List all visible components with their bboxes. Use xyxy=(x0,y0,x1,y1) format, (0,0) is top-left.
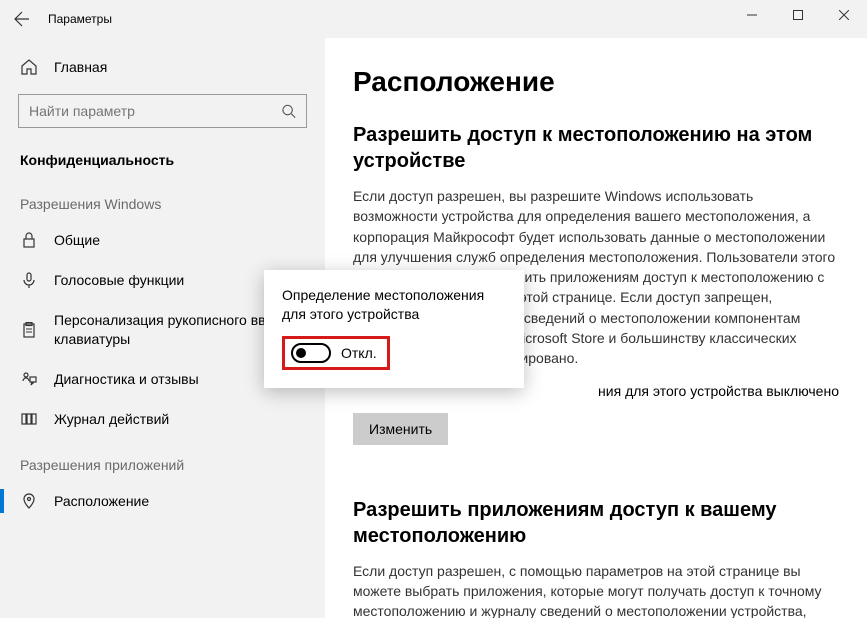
search-input[interactable] xyxy=(29,103,281,119)
sidebar-item-label: Журнал действий xyxy=(54,410,169,428)
window-controls xyxy=(729,0,867,30)
sidebar-item-label: Голосовые функции xyxy=(54,271,184,289)
maximize-button[interactable] xyxy=(775,0,821,30)
location-toggle[interactable] xyxy=(291,343,331,363)
arrow-left-icon xyxy=(14,11,30,27)
search-icon xyxy=(281,103,296,119)
location-toggle-popup: Определение местоположения для этого уст… xyxy=(264,270,524,388)
popup-title: Определение местоположения для этого уст… xyxy=(282,286,506,324)
sidebar-category: Конфиденциальность xyxy=(0,142,325,178)
close-icon xyxy=(839,10,849,20)
titlebar: Параметры xyxy=(0,0,867,38)
group-windows-permissions: Разрешения Windows xyxy=(0,178,325,220)
close-button[interactable] xyxy=(821,0,867,30)
description-text-2: Если доступ разрешен, с помощью параметр… xyxy=(353,561,839,618)
back-button[interactable] xyxy=(0,0,44,38)
lock-icon xyxy=(20,231,38,249)
sidebar-item-label: Общие xyxy=(54,231,100,249)
change-button[interactable]: Изменить xyxy=(353,413,448,445)
home-icon xyxy=(20,58,38,76)
sidebar-item-label: Диагностика и отзывы xyxy=(54,370,199,388)
section-heading-app-access: Разрешить приложениям доступ к вашему ме… xyxy=(353,497,839,549)
nav-home-label: Главная xyxy=(54,59,107,75)
section-heading-device-access: Разрешить доступ к местоположению на это… xyxy=(353,122,839,174)
nav-home[interactable]: Главная xyxy=(0,48,325,86)
minimize-icon xyxy=(747,10,757,20)
group-app-permissions: Разрешения приложений xyxy=(0,439,325,481)
history-icon xyxy=(20,410,38,428)
search-box[interactable] xyxy=(18,94,307,128)
maximize-icon xyxy=(793,10,803,20)
feedback-icon xyxy=(20,370,38,388)
sidebar-item-general[interactable]: Общие xyxy=(0,220,325,260)
window-title: Параметры xyxy=(48,12,112,26)
toggle-highlight-box: Откл. xyxy=(282,336,390,370)
toggle-state-label: Откл. xyxy=(341,345,377,361)
page-title: Расположение xyxy=(353,66,839,98)
sidebar-item-label: Расположение xyxy=(54,492,149,510)
clipboard-icon xyxy=(20,321,38,339)
sidebar-item-location[interactable]: Расположение xyxy=(0,481,325,521)
location-icon xyxy=(20,492,38,510)
mic-icon xyxy=(20,271,38,289)
minimize-button[interactable] xyxy=(729,0,775,30)
sidebar-item-activity[interactable]: Журнал действий xyxy=(0,399,325,439)
